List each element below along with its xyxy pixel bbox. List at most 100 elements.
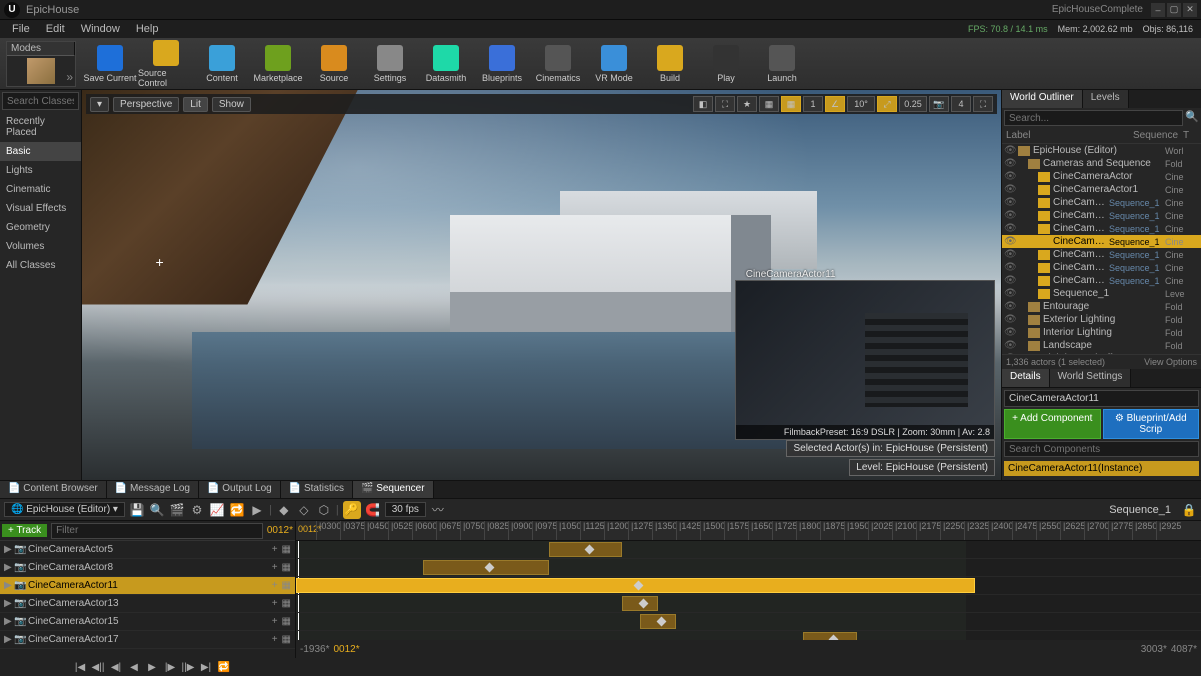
outliner-row[interactable]: 👁Exterior LightingFold — [1002, 313, 1201, 326]
save-current-button[interactable]: Save Current — [82, 40, 138, 88]
add-key-icon[interactable]: + — [272, 616, 278, 627]
col-sequence[interactable]: Sequence — [1133, 130, 1183, 141]
settings-button[interactable]: Settings — [362, 40, 418, 88]
play-button[interactable]: Play — [698, 40, 754, 88]
visibility-icon[interactable]: 👁 — [1004, 145, 1016, 156]
search-icon[interactable]: 🔍 — [1185, 110, 1199, 126]
class-visual-effects[interactable]: Visual Effects — [0, 199, 81, 218]
view-options-button[interactable]: View Options — [1144, 357, 1197, 367]
realtime-icon[interactable]: ▦ — [759, 96, 779, 112]
find-icon[interactable]: 🔍 — [149, 502, 165, 518]
launch-button[interactable]: Launch — [754, 40, 810, 88]
settings-icon[interactable]: ⚙ — [189, 502, 205, 518]
marketplace-button[interactable]: Marketplace — [250, 40, 306, 88]
play-icon[interactable]: ▶ — [144, 660, 160, 674]
grid-snap-icon[interactable]: ▦ — [781, 96, 801, 112]
next-key-icon[interactable]: |▶ — [162, 660, 178, 674]
expand-icon[interactable]: ▶ — [4, 562, 14, 573]
timeline-row[interactable] — [296, 595, 1201, 613]
tab-levels[interactable]: Levels — [1083, 90, 1129, 108]
menu-edit[interactable]: Edit — [38, 21, 73, 37]
col-type[interactable]: T — [1183, 130, 1197, 141]
outliner-row[interactable]: 👁Cameras and SequenceFold — [1002, 157, 1201, 170]
track-row[interactable]: ▶📷CineCameraActor8+▦ — [0, 559, 295, 577]
goto-end-icon[interactable]: ▶| — [198, 660, 214, 674]
cinematics-button[interactable]: Cinematics — [530, 40, 586, 88]
close-button[interactable]: ✕ — [1183, 3, 1197, 17]
section-icon[interactable]: ▦ — [282, 616, 291, 627]
place-mode-icon[interactable] — [27, 58, 55, 84]
angle-snap-icon[interactable]: ∠ — [825, 96, 845, 112]
range-cur[interactable]: 0012* — [333, 644, 359, 655]
viewport-options-button[interactable]: ▾ — [90, 97, 109, 112]
tab-message-log[interactable]: 📄 Message Log — [107, 481, 199, 498]
camera-speed-value[interactable]: 4 — [951, 96, 971, 112]
add-key-icon[interactable]: + — [272, 598, 278, 609]
outliner-row[interactable]: 👁Interior LightingFold — [1002, 326, 1201, 339]
modes-panel[interactable]: Modes » — [6, 41, 76, 87]
timeline[interactable]: 0012*|0300|0375|0450|0525|0600|0675|0750… — [296, 521, 1201, 658]
scale-snap-icon[interactable]: ⤢ — [877, 96, 897, 112]
section-icon[interactable]: ▦ — [282, 544, 291, 555]
outliner-row[interactable]: 👁Sequence_1Leve — [1002, 287, 1201, 300]
outliner-row[interactable]: 👁CineCameraActor11Sequence_1Cine — [1002, 235, 1201, 248]
timeline-row[interactable] — [296, 613, 1201, 631]
menu-window[interactable]: Window — [73, 21, 128, 37]
add-key-icon[interactable]: + — [272, 634, 278, 645]
world-combo[interactable]: 🌐 EpicHouse (Editor) ▾ — [4, 502, 125, 517]
perspective-button[interactable]: Perspective — [113, 97, 179, 112]
outliner-row[interactable]: 👁CineCameraActor8Sequence_1Cine — [1002, 222, 1201, 235]
outliner-row[interactable]: 👁CineCameraActor15Sequence_1Cine — [1002, 261, 1201, 274]
visibility-icon[interactable]: 👁 — [1004, 327, 1016, 338]
add-key-icon[interactable]: + — [272, 580, 278, 591]
minimize-button[interactable]: – — [1151, 3, 1165, 17]
track-row[interactable]: ▶📷CineCameraActor11+▦ — [0, 577, 295, 595]
auto-key-icon[interactable]: ◇ — [296, 502, 312, 518]
render-icon[interactable]: 🎬 — [169, 502, 185, 518]
visibility-icon[interactable]: 👁 — [1004, 340, 1016, 351]
modes-tab[interactable]: Modes — [7, 42, 75, 56]
timeline-row[interactable] — [296, 541, 1201, 559]
expand-icon[interactable]: ▶ — [4, 544, 14, 555]
search-components-input[interactable] — [1004, 441, 1199, 457]
component-instance[interactable]: CineCameraActor11(Instance) — [1004, 461, 1199, 476]
expand-icon[interactable]: ▶ — [4, 634, 14, 645]
key-all-icon[interactable]: ◆ — [276, 502, 292, 518]
bookmark-icon[interactable]: ★ — [737, 96, 757, 112]
maximize-button[interactable]: ▢ — [1167, 3, 1181, 17]
outliner-row[interactable]: 👁EntourageFold — [1002, 300, 1201, 313]
search-classes-input[interactable] — [2, 92, 79, 110]
track-row[interactable]: ▶📷CineCameraActor13+▦ — [0, 595, 295, 613]
playback-icon[interactable]: 🔁 — [229, 502, 245, 518]
content-button[interactable]: Content — [194, 40, 250, 88]
expand-icon[interactable]: ▶ — [4, 616, 14, 627]
expand-icon[interactable]: ▶ — [4, 580, 14, 591]
source-control-button[interactable]: Source Control — [138, 40, 194, 88]
track-filter-input[interactable] — [51, 523, 263, 539]
key-interp-icon[interactable]: ⬡ — [316, 502, 332, 518]
loop-icon[interactable]: 🔁 — [216, 660, 232, 674]
visibility-icon[interactable]: 👁 — [1004, 197, 1016, 208]
timeline-row[interactable] — [296, 559, 1201, 577]
visibility-icon[interactable]: 👁 — [1004, 314, 1016, 325]
immersive-icon[interactable]: ⛶ — [715, 96, 735, 112]
visibility-icon[interactable]: 👁 — [1004, 275, 1016, 286]
fps-combo[interactable]: 30 fps — [385, 502, 426, 517]
menu-help[interactable]: Help — [128, 21, 167, 37]
range-end1[interactable]: 3003* — [1141, 644, 1167, 655]
outliner-row[interactable]: 👁LandscapeFold — [1002, 339, 1201, 352]
tab-details[interactable]: Details — [1002, 369, 1050, 387]
class-volumes[interactable]: Volumes — [0, 237, 81, 256]
camera-speed-icon[interactable]: 📷 — [929, 96, 949, 112]
class-cinematic[interactable]: Cinematic — [0, 180, 81, 199]
lock-sequence-icon[interactable]: 🔒 — [1181, 502, 1197, 518]
col-label[interactable]: Label — [1006, 130, 1133, 141]
tab-world-settings[interactable]: World Settings — [1050, 369, 1132, 387]
show-button[interactable]: Show — [212, 97, 251, 112]
angle-value[interactable]: 10° — [847, 96, 875, 112]
vr-mode-button[interactable]: VR Mode — [586, 40, 642, 88]
actor-name-field[interactable]: CineCameraActor11 — [1004, 390, 1199, 407]
section-icon[interactable]: ▦ — [282, 580, 291, 591]
add-component-button[interactable]: + Add Component — [1004, 409, 1101, 439]
reverse-icon[interactable]: ◀ — [126, 660, 142, 674]
